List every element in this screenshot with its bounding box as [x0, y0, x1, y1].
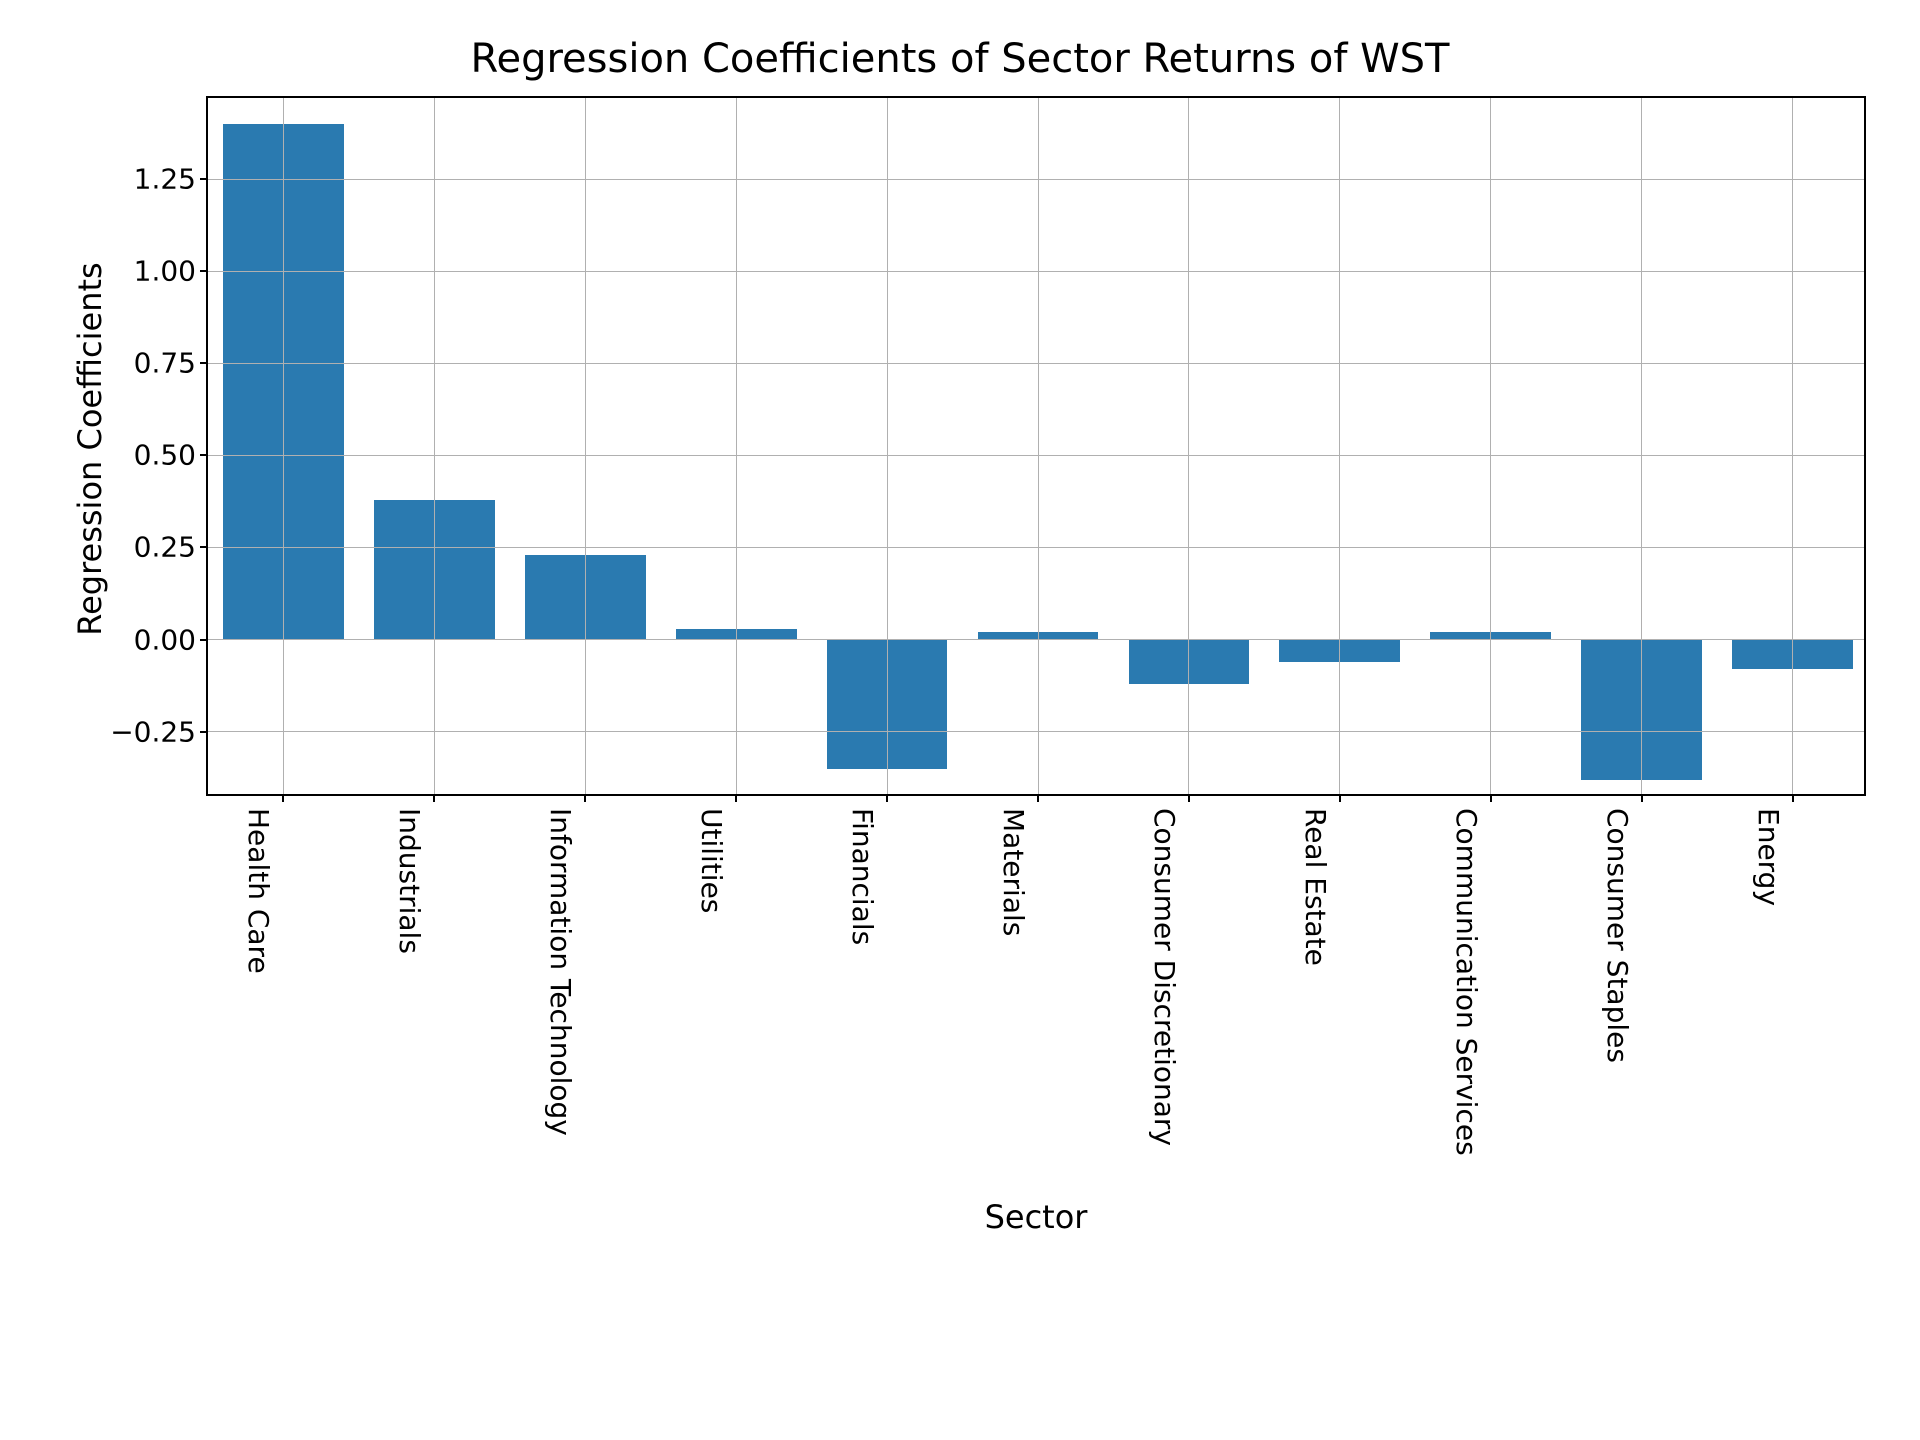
xtick-mark — [282, 794, 284, 802]
x-axis-label: Sector — [206, 1198, 1866, 1236]
xtick-label: Health Care — [242, 808, 275, 974]
ytick-label: 1.00 — [134, 255, 208, 288]
xtick-mark — [433, 794, 435, 802]
grid-line — [1490, 98, 1491, 794]
y-axis-label: Regression Coefficients — [71, 249, 109, 649]
xtick-mark — [886, 794, 888, 802]
xtick-label: Real Estate — [1299, 808, 1332, 966]
xtick-label: Consumer Discretionary — [1148, 808, 1181, 1146]
xtick-label: Energy — [1752, 808, 1785, 906]
ytick-label: 1.25 — [134, 163, 208, 196]
xtick-mark — [1037, 794, 1039, 802]
xtick-label: Consumer Staples — [1601, 808, 1634, 1063]
grid-line — [208, 179, 1864, 180]
grid-line — [208, 455, 1864, 456]
ytick-label: 0.25 — [134, 531, 208, 564]
grid-line — [1038, 98, 1039, 794]
grid-line — [434, 98, 435, 794]
xtick-mark — [584, 794, 586, 802]
xtick-label: Industrials — [393, 808, 426, 954]
grid-line — [208, 271, 1864, 272]
xtick-label: Materials — [997, 808, 1030, 936]
grid-line — [736, 98, 737, 794]
grid-line — [208, 363, 1864, 364]
grid-line — [1188, 98, 1189, 794]
grid-line — [208, 731, 1864, 732]
figure: Regression Coefficients of Sector Return… — [0, 0, 1920, 1440]
ytick-label: 0.50 — [134, 439, 208, 472]
xtick-label: Financials — [846, 808, 879, 945]
ytick-label: −0.25 — [110, 715, 208, 748]
xtick-label: Utilities — [695, 808, 728, 913]
xtick-label: Information Technology — [544, 808, 577, 1136]
ytick-label: 0.00 — [134, 623, 208, 656]
grid-line — [887, 98, 888, 794]
ytick-label: 0.75 — [134, 347, 208, 380]
grid-line — [1339, 98, 1340, 794]
xtick-mark — [735, 794, 737, 802]
grid-line — [208, 639, 1864, 640]
plot-area: −0.250.000.250.500.751.001.25Health Care… — [206, 96, 1866, 796]
xtick-mark — [1188, 794, 1190, 802]
grid-line — [1641, 98, 1642, 794]
xtick-mark — [1792, 794, 1794, 802]
grid-line — [1792, 98, 1793, 794]
xtick-mark — [1490, 794, 1492, 802]
grid-line — [585, 98, 586, 794]
xtick-mark — [1339, 794, 1341, 802]
xtick-label: Communication Services — [1450, 808, 1483, 1156]
xtick-mark — [1641, 794, 1643, 802]
grid-line — [283, 98, 284, 794]
grid-line — [208, 547, 1864, 548]
chart-title: Regression Coefficients of Sector Return… — [0, 36, 1920, 82]
